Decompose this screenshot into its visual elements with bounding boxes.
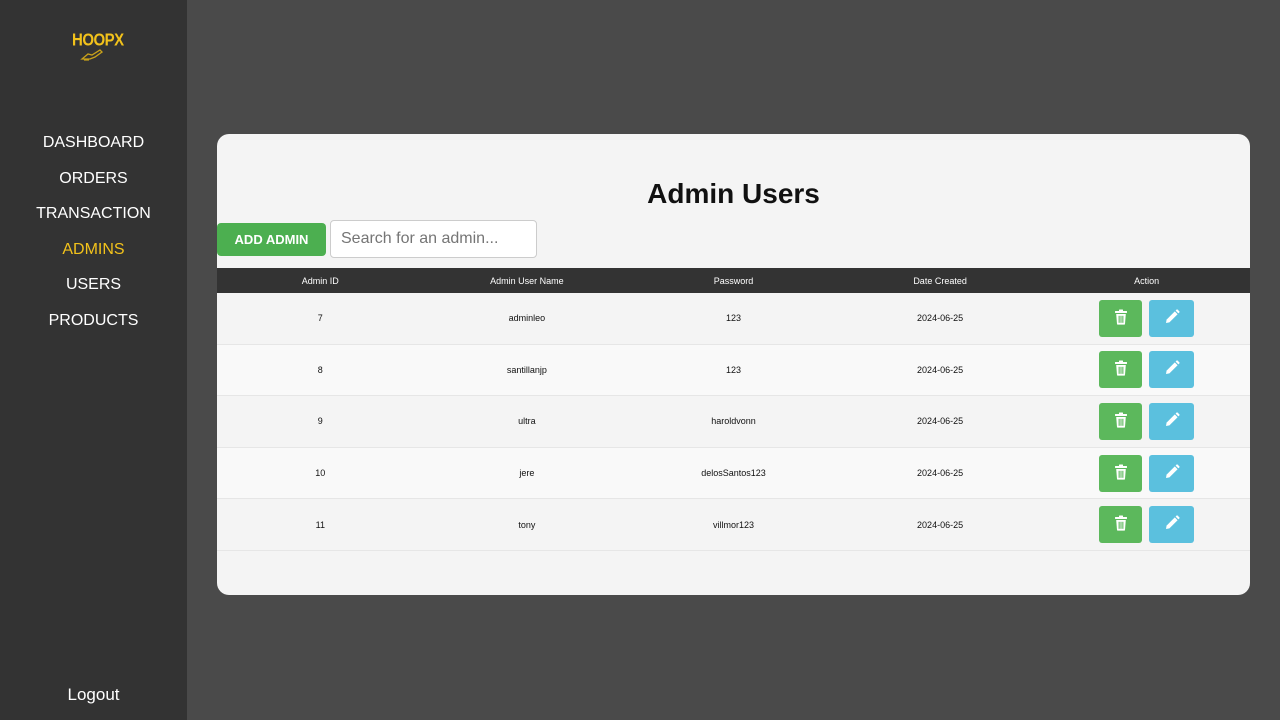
edit-button[interactable] [1149, 506, 1195, 544]
cell-actions [1043, 454, 1250, 492]
delete-button[interactable] [1099, 299, 1143, 337]
sidebar-item-orders[interactable]: ORDERS [0, 168, 187, 204]
sidebar-item-dashboard[interactable]: DASHBOARD [0, 132, 187, 168]
admin-table: Admin ID Admin User Name Password Date C… [217, 268, 1250, 551]
cell-password: villmor123 [712, 519, 754, 530]
sidebar-item-admins[interactable]: ADMINS [0, 239, 187, 275]
column-header-password: Password [713, 275, 754, 286]
brand-logo[interactable]: HOOPX [70, 30, 124, 70]
table-row: 7 adminleo 123 2024-06-25 [217, 293, 1250, 345]
cell-admin-id: 11 [315, 519, 325, 530]
sidebar-item-transaction[interactable]: TRANSACTION [0, 203, 187, 239]
column-header-date-created: Date Created [913, 275, 967, 286]
sidebar: HOOPX DASHBOARD ORDERS TRANSACTION ADMIN… [0, 0, 187, 720]
cell-admin-user-name: tony [518, 519, 536, 530]
cell-password: delosSantos123 [701, 468, 766, 479]
sidebar-nav: DASHBOARD ORDERS TRANSACTION ADMINS USER… [0, 132, 187, 345]
cell-date-created: 2024-06-25 [917, 519, 964, 530]
admin-users-panel: Admin Users ADD ADMIN Admin ID Admin Use… [217, 134, 1250, 595]
trash-icon [1114, 309, 1128, 328]
trash-icon [1114, 464, 1128, 483]
pencil-icon [1164, 463, 1180, 483]
column-header-action: Action [1134, 275, 1160, 286]
cell-actions [1043, 402, 1250, 440]
pencil-icon [1164, 360, 1180, 379]
sidebar-item-users[interactable]: USERS [0, 274, 187, 310]
page-title: Admin Users [647, 178, 820, 209]
delete-button[interactable] [1099, 506, 1143, 544]
column-header-admin-user-name: Admin User Name [490, 275, 564, 286]
table-body: 7 adminleo 123 2024-06-25 8 santillanjp 123 202… [217, 293, 1250, 551]
cell-actions [1043, 506, 1250, 544]
cell-admin-id: 7 [317, 313, 323, 324]
edit-button[interactable] [1149, 299, 1195, 337]
delete-button[interactable] [1099, 351, 1143, 389]
table-row: 9 ultra haroldvonn 2024-06-25 [217, 396, 1250, 448]
cell-admin-user-name: ultra [518, 416, 536, 427]
trash-icon [1114, 360, 1128, 379]
edit-button[interactable] [1149, 402, 1195, 440]
shoe-icon [80, 49, 104, 61]
edit-button[interactable] [1149, 351, 1195, 389]
trash-icon [1114, 515, 1128, 534]
cell-admin-user-name: jere [519, 468, 535, 479]
search-input[interactable] [330, 220, 537, 258]
edit-button[interactable] [1149, 454, 1195, 492]
pencil-icon [1164, 309, 1180, 328]
delete-button[interactable] [1099, 402, 1143, 440]
cell-admin-id: 10 [315, 468, 326, 479]
cell-admin-user-name: santillanjp [506, 364, 547, 375]
add-admin-button[interactable]: ADD ADMIN [217, 223, 326, 256]
cell-password: haroldvonn [711, 416, 756, 427]
pencil-icon [1164, 412, 1180, 431]
cell-password: 123 [725, 364, 741, 375]
column-header-admin-id: Admin ID [301, 275, 339, 286]
sidebar-item-products[interactable]: PRODUCTS [0, 310, 187, 346]
table-header: Admin ID Admin User Name Password Date C… [217, 268, 1250, 293]
cell-date-created: 2024-06-25 [917, 468, 964, 479]
logout-link[interactable]: Logout [0, 685, 187, 705]
cell-admin-user-name: adminleo [508, 313, 546, 324]
cell-date-created: 2024-06-25 [917, 364, 964, 375]
cell-admin-id: 9 [317, 416, 323, 427]
cell-actions [1043, 299, 1250, 337]
cell-admin-id: 8 [317, 364, 323, 375]
cell-date-created: 2024-06-25 [917, 313, 964, 324]
table-row: 8 santillanjp 123 2024-06-25 [217, 344, 1250, 397]
table-row: 11 tony villmor123 2024-06-25 [217, 499, 1250, 551]
trash-icon [1114, 412, 1128, 431]
delete-button[interactable] [1099, 454, 1143, 492]
cell-actions [1043, 351, 1250, 389]
cell-date-created: 2024-06-25 [917, 416, 964, 427]
table-row: 10 jere delosSantos123 2024-06-25 [217, 447, 1250, 500]
pencil-icon [1164, 515, 1180, 534]
cell-password: 123 [725, 313, 741, 324]
